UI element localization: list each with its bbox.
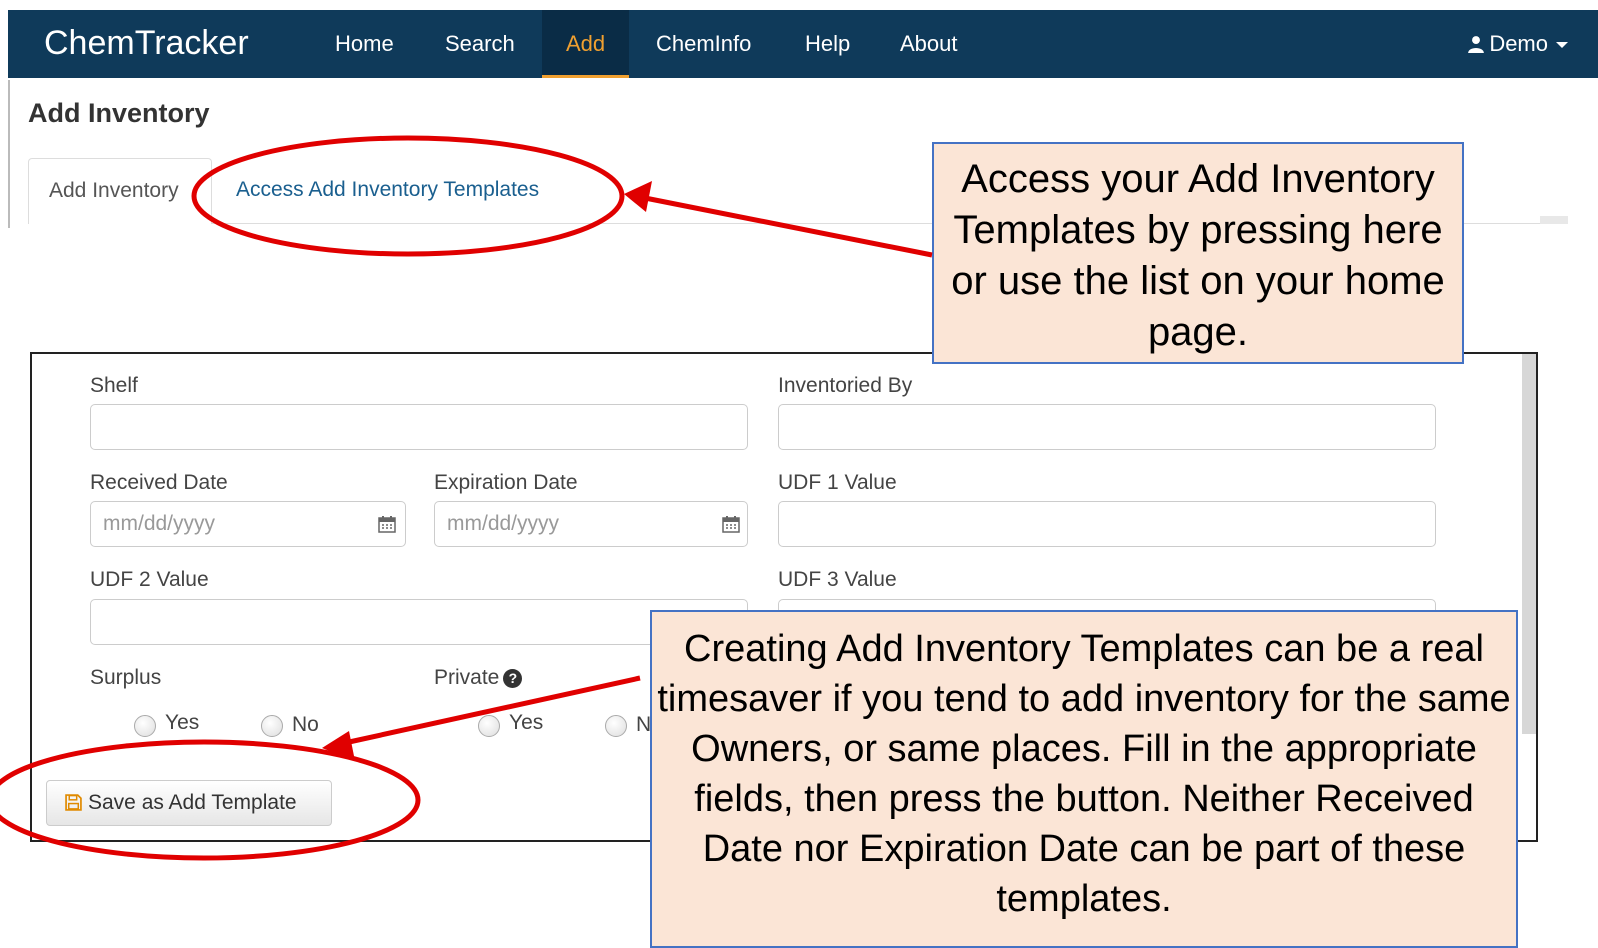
- calendar-icon[interactable]: [721, 514, 741, 534]
- calendar-icon[interactable]: [377, 514, 397, 534]
- shelf-label: Shelf: [90, 374, 138, 397]
- expiration-date-input[interactable]: mm/dd/yyyy: [434, 501, 748, 547]
- user-menu[interactable]: Demo: [1467, 10, 1568, 78]
- page-title: Add Inventory: [28, 98, 210, 128]
- save-button-label: Save as Add Template: [88, 791, 297, 814]
- navbar: ChemTracker Home Search Add ChemInfo Hel…: [8, 10, 1598, 78]
- private-yes-radio[interactable]: [478, 715, 500, 737]
- nav-home[interactable]: Home: [311, 10, 418, 78]
- nav-search[interactable]: Search: [421, 10, 539, 78]
- received-date-label: Received Date: [90, 471, 228, 494]
- callout-creating-templates: Creating Add Inventory Templates can be …: [650, 610, 1518, 948]
- udf3-label: UDF 3 Value: [778, 568, 897, 591]
- private-label-text: Private: [434, 666, 500, 689]
- nav-add[interactable]: Add: [542, 10, 630, 78]
- nav-help[interactable]: Help: [781, 10, 874, 78]
- user-name: Demo: [1489, 31, 1548, 56]
- surplus-no-label: No: [292, 713, 319, 736]
- annotation-arrow-top: [639, 194, 933, 258]
- udf1-input[interactable]: [778, 501, 1436, 547]
- surplus-yes-label: Yes: [165, 711, 200, 734]
- inventoried-by-label: Inventoried By: [778, 374, 913, 397]
- callout-access-templates: Access your Add Inventory Templates by p…: [932, 142, 1464, 364]
- expiration-date-label: Expiration Date: [434, 471, 578, 494]
- received-date-placeholder: mm/dd/yyyy: [103, 512, 216, 535]
- private-no-label: N: [636, 713, 652, 736]
- floppy-disk-icon: [65, 794, 82, 811]
- inventoried-by-input[interactable]: [778, 404, 1436, 450]
- tab-add-inventory[interactable]: Add Inventory: [28, 158, 212, 224]
- chevron-down-icon: [1556, 42, 1568, 49]
- private-yes-label: Yes: [509, 711, 544, 734]
- user-icon: [1468, 36, 1485, 53]
- question-circle-icon[interactable]: ?: [503, 669, 523, 688]
- page-edge: [1540, 216, 1568, 224]
- private-no-radio[interactable]: [605, 715, 627, 737]
- expiration-date-placeholder: mm/dd/yyyy: [447, 512, 560, 535]
- surplus-yes-radio[interactable]: [134, 715, 156, 737]
- shelf-input[interactable]: [90, 404, 748, 450]
- surplus-no-radio[interactable]: [261, 715, 283, 737]
- brand-logo[interactable]: ChemTracker: [44, 24, 249, 63]
- private-label: Private?: [434, 666, 523, 690]
- arrowhead-icon: [624, 181, 652, 212]
- nav-about[interactable]: About: [876, 10, 982, 78]
- tab-access-templates[interactable]: Access Add Inventory Templates: [218, 158, 557, 224]
- received-date-input[interactable]: mm/dd/yyyy: [90, 501, 406, 547]
- udf1-label: UDF 1 Value: [778, 471, 897, 494]
- nav-cheminfo[interactable]: ChemInfo: [632, 10, 775, 78]
- scrollbar[interactable]: [1522, 354, 1536, 734]
- save-as-template-button[interactable]: Save as Add Template: [46, 780, 332, 826]
- page-border: [8, 80, 10, 228]
- udf2-label: UDF 2 Value: [90, 568, 209, 591]
- surplus-label: Surplus: [90, 666, 162, 689]
